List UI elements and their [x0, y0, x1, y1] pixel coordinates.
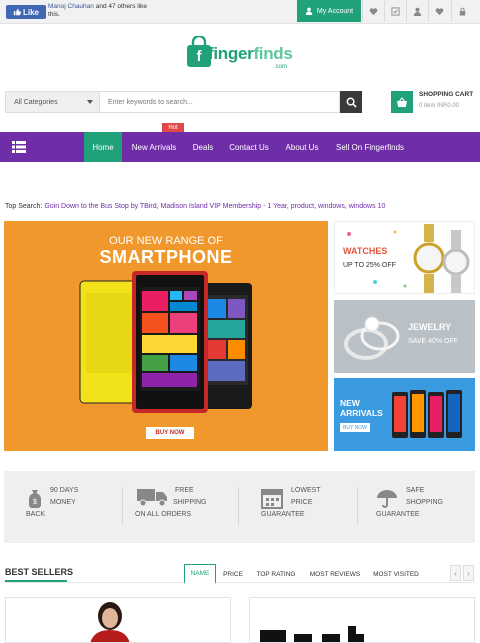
- logo-text: fingerfinds: [208, 44, 293, 64]
- social-name[interactable]: Manoj Chauhan: [48, 3, 94, 10]
- top-bar: Like Manoj Chauhan and 47 others like th…: [0, 0, 480, 24]
- jewelry-promo[interactable]: JEWELRY SAVE 40% OFF: [334, 300, 475, 373]
- facebook-like-button[interactable]: Like: [6, 5, 46, 19]
- ring-image: [344, 316, 400, 360]
- nav-item-contact-us[interactable]: Contact Us: [224, 132, 274, 162]
- feature-safe-shopping: SAFE SHOPPING GUARANTEE: [376, 485, 471, 529]
- user-icon: [413, 7, 422, 16]
- top-search-link[interactable]: product: [291, 203, 314, 210]
- like-label: Like: [22, 7, 39, 17]
- title-underline: [5, 580, 67, 582]
- compare-icon: [391, 6, 400, 16]
- truck-icon: [137, 489, 167, 507]
- chevron-down-icon: [87, 100, 93, 104]
- feature-lowest-price: LOWEST PRICE GUARANTEE: [261, 485, 361, 529]
- tab-top-rating[interactable]: TOP RATING: [251, 564, 301, 584]
- product-image: [260, 626, 364, 642]
- cart-summary: 0 item INR0.00: [419, 103, 460, 109]
- thumbs-up-icon: [13, 8, 21, 16]
- search-input[interactable]: Enter keywords to search...: [100, 91, 340, 113]
- jewelry-title: JEWELRY: [408, 322, 452, 332]
- logo-accent: finds: [253, 44, 293, 63]
- watches-image: [347, 224, 470, 293]
- prev-arrow-button[interactable]: ‹: [450, 565, 461, 581]
- cart-title[interactable]: SHOPPING CART: [419, 91, 473, 98]
- wishlist-icon-button[interactable]: [362, 0, 384, 22]
- feature-line: GUARANTEE: [376, 511, 420, 518]
- jewelry-offer: SAVE 40% OFF: [408, 338, 459, 345]
- divider: [357, 487, 358, 525]
- feature-line: BACK: [26, 511, 46, 518]
- new-arrivals-title: NEW ARRIVALS: [340, 398, 383, 418]
- product-image: [90, 602, 130, 642]
- basket-icon: [397, 96, 407, 107]
- top-search-link[interactable]: Madison Island VIP Membership - 1 Year: [161, 203, 287, 210]
- search-placeholder: Enter keywords to search...: [108, 98, 193, 106]
- chevron-left-icon: ‹: [454, 568, 457, 578]
- site-logo[interactable]: f fingerfinds .com: [186, 34, 296, 74]
- buy-now-button[interactable]: BUY NOW: [146, 427, 194, 439]
- calendar-icon: [261, 489, 283, 509]
- best-sellers-title: BEST SELLERS: [5, 567, 74, 577]
- logo-suffix: .com: [274, 64, 288, 70]
- tab-most-reviews[interactable]: MOST REVIEWS: [305, 564, 365, 584]
- watches-offer: UP TO 25% OFF: [343, 262, 396, 269]
- arrivals-buy-now-button[interactable]: BUY NOW: [340, 423, 370, 432]
- menu-icon[interactable]: [12, 141, 26, 153]
- top-search-label: Top Search:: [5, 203, 43, 210]
- heart-icon: [369, 7, 378, 15]
- product-card[interactable]: [249, 597, 475, 643]
- tab-most-visited[interactable]: MOST VISITED: [368, 564, 424, 584]
- tab-name[interactable]: NAME: [184, 564, 216, 584]
- top-search-link[interactable]: windows 10: [349, 203, 386, 210]
- my-account-label: My Account: [316, 7, 354, 15]
- feature-money-back: $ 90 DAYS MONEY BACK: [26, 485, 126, 529]
- search-button[interactable]: [340, 91, 362, 113]
- user-icon: [305, 7, 313, 15]
- new-arrivals-line1: NEW: [340, 398, 360, 408]
- divider: [122, 487, 123, 525]
- next-arrow-button[interactable]: ›: [463, 565, 474, 581]
- watches-title: WATCHES: [343, 246, 388, 256]
- umbrella-icon: [377, 490, 397, 508]
- main-navigation: Home New Arrivals Deals Contact Us About…: [0, 132, 480, 162]
- facebook-social-text: Manoj Chauhan and 47 others like this.: [48, 3, 158, 19]
- heart-icon: [435, 7, 444, 15]
- feature-line: GUARANTEE: [261, 511, 305, 518]
- category-select[interactable]: All Categories: [5, 91, 100, 113]
- money-bag-icon: $: [29, 490, 41, 508]
- compare-icon-button[interactable]: [384, 0, 406, 22]
- logo-main: finger: [208, 44, 254, 63]
- shopping-cart-button[interactable]: [391, 91, 413, 113]
- nav-item-about-us[interactable]: About Us: [279, 132, 325, 162]
- product-card[interactable]: [5, 597, 231, 643]
- lock-icon: [459, 7, 466, 16]
- chevron-right-icon: ›: [467, 568, 470, 578]
- my-account-button[interactable]: My Account: [297, 0, 361, 22]
- new-arrivals-promo[interactable]: NEW ARRIVALS BUY NOW: [334, 378, 475, 451]
- top-search-link[interactable]: Goin Down to the Bus Stop by TBird: [44, 203, 156, 210]
- watches-promo[interactable]: WATCHES UP TO 25% OFF: [334, 221, 475, 294]
- features-strip: $ 90 DAYS MONEY BACK FREE SHIPPING ON AL…: [4, 471, 475, 543]
- top-search-links: Top Search: Goin Down to the Bus Stop by…: [5, 203, 386, 210]
- top-search-link[interactable]: windows: [318, 203, 345, 210]
- nav-item-home[interactable]: Home: [84, 132, 122, 162]
- feature-line: ON ALL ORDERS: [135, 511, 192, 518]
- category-select-value: All Categories: [14, 98, 58, 106]
- divider: [238, 487, 239, 525]
- search-icon: [346, 97, 357, 108]
- feature-free-shipping: FREE SHIPPING ON ALL ORDERS: [135, 485, 235, 529]
- login-icon-button[interactable]: [451, 0, 473, 22]
- new-arrivals-line2: ARRIVALS: [340, 408, 383, 418]
- nav-item-new-arrivals[interactable]: New Arrivals: [125, 132, 183, 162]
- svg-text:$: $: [33, 499, 37, 506]
- favorites-icon-button[interactable]: [428, 0, 450, 22]
- tab-price[interactable]: PRICE: [219, 564, 247, 584]
- hero-banner[interactable]: OUR NEW RANGE OF SMARTPHONE BUY NOW: [4, 221, 328, 451]
- smartphones-image: [79, 271, 252, 413]
- nav-item-deals[interactable]: Deals: [186, 132, 220, 162]
- nav-item-sell-on-fingerfinds[interactable]: Sell On Fingerfinds: [330, 132, 410, 162]
- user-icon-button[interactable]: [406, 0, 428, 22]
